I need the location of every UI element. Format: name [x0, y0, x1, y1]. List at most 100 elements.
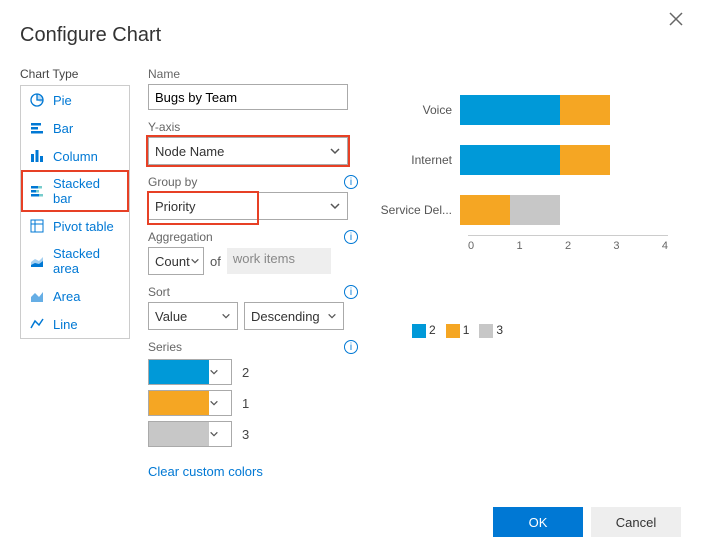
series-row: 3	[148, 421, 358, 447]
chevron-down-icon	[221, 311, 231, 321]
chart-type-pivot-table[interactable]: Pivot table	[21, 212, 129, 240]
ok-button[interactable]: OK	[493, 507, 583, 537]
chart-type-line[interactable]: Line	[21, 310, 129, 338]
legend-item: 3	[479, 323, 503, 338]
chart-type-label: Column	[53, 149, 98, 164]
info-icon[interactable]: i	[344, 230, 358, 244]
chart-type-label: Bar	[53, 121, 73, 136]
x-tick: 2	[565, 240, 571, 252]
chart-category-label: Service Del...	[380, 203, 460, 217]
legend-item: 2	[412, 323, 436, 338]
chart-type-column[interactable]: Column	[21, 142, 129, 170]
chart-type-label: Line	[53, 317, 78, 332]
pivot-icon	[29, 218, 45, 234]
chart-type-label: Chart Type	[20, 67, 130, 81]
close-icon[interactable]	[669, 12, 683, 26]
bar-segment	[460, 195, 510, 225]
clear-colors-link[interactable]: Clear custom colors	[148, 464, 263, 479]
x-tick: 1	[516, 240, 522, 252]
chart-type-bar[interactable]: Bar	[21, 114, 129, 142]
yaxis-value: Node Name	[155, 144, 224, 159]
chart-bar-row: Service Del...	[380, 185, 670, 235]
series-label: Series	[148, 340, 182, 354]
chart-type-label: Pivot table	[53, 219, 114, 234]
sort-label: Sort	[148, 285, 170, 299]
sort-by-select[interactable]: Value	[148, 302, 238, 330]
color-swatch	[149, 360, 209, 384]
chart-type-stacked-area[interactable]: Stacked area	[21, 240, 129, 282]
chevron-down-icon	[209, 367, 231, 377]
series-row: 1	[148, 390, 358, 416]
group-by-select[interactable]: Priority	[148, 192, 348, 220]
x-tick: 4	[662, 240, 668, 252]
bar-segment	[510, 195, 560, 225]
series-name: 2	[242, 365, 249, 380]
aggregation-item: work items	[227, 248, 331, 274]
info-icon[interactable]: i	[344, 175, 358, 189]
series-row: 2	[148, 359, 358, 385]
sort-dir-select[interactable]: Descending	[244, 302, 344, 330]
legend-swatch	[412, 324, 426, 338]
chart-type-stacked-bar[interactable]: Stacked bar	[21, 170, 129, 212]
chart-type-area[interactable]: Area	[21, 282, 129, 310]
column-icon	[29, 148, 45, 164]
name-label: Name	[148, 67, 180, 81]
chevron-down-icon	[209, 398, 231, 408]
chevron-down-icon	[329, 145, 341, 157]
chart-preview: Voice Internet Service Del... 0 1 2 3 4	[380, 85, 670, 305]
stacked-bar-icon	[29, 183, 45, 199]
legend-item: 1	[446, 323, 470, 338]
bar-segment	[460, 95, 560, 125]
chart-type-label: Area	[53, 289, 80, 304]
chart-type-pie[interactable]: Pie	[21, 86, 129, 114]
group-by-value: Priority	[155, 199, 195, 214]
bar-segment	[460, 145, 560, 175]
series-color-select[interactable]	[148, 390, 232, 416]
aggregation-select[interactable]: Count	[148, 247, 204, 275]
chart-category-label: Internet	[380, 153, 460, 167]
bar-icon	[29, 120, 45, 136]
series-name: 1	[242, 396, 249, 411]
cancel-button[interactable]: Cancel	[591, 507, 681, 537]
dialog-title: Configure Chart	[20, 24, 681, 47]
aggregation-label: Aggregation	[148, 230, 213, 244]
series-color-select[interactable]	[148, 359, 232, 385]
aggregation-of-label: of	[210, 254, 221, 269]
legend-swatch	[446, 324, 460, 338]
bar-segment	[560, 145, 610, 175]
bar-segment	[560, 95, 610, 125]
stacked-area-icon	[29, 253, 45, 269]
chart-type-list: Pie Bar Column Stacked bar Pivot table Stacke…	[20, 85, 130, 339]
aggregation-value: Count	[155, 254, 190, 269]
chevron-down-icon	[327, 311, 337, 321]
chart-bar-row: Voice	[380, 85, 670, 135]
info-icon[interactable]: i	[344, 340, 358, 354]
chart-bar-row: Internet	[380, 135, 670, 185]
chart-legend: 213	[412, 323, 681, 338]
sort-dir-value: Descending	[251, 309, 320, 324]
chart-category-label: Voice	[380, 103, 460, 117]
info-icon[interactable]: i	[344, 285, 358, 299]
name-input[interactable]	[148, 84, 348, 110]
area-icon	[29, 288, 45, 304]
legend-swatch	[479, 324, 493, 338]
color-swatch	[149, 391, 209, 415]
chevron-down-icon	[329, 200, 341, 212]
x-tick: 0	[468, 240, 474, 252]
chart-x-axis: 0 1 2 3 4	[468, 235, 668, 252]
yaxis-select[interactable]: Node Name	[148, 137, 348, 165]
series-name: 3	[242, 427, 249, 442]
group-by-label: Group by	[148, 175, 197, 189]
color-swatch	[149, 422, 209, 446]
chart-type-label: Stacked area	[53, 246, 121, 276]
chart-type-label: Pie	[53, 93, 72, 108]
chevron-down-icon	[190, 256, 200, 266]
x-tick: 3	[613, 240, 619, 252]
pie-icon	[29, 92, 45, 108]
chevron-down-icon	[209, 429, 231, 439]
yaxis-label: Y-axis	[148, 120, 180, 134]
line-icon	[29, 316, 45, 332]
series-color-select[interactable]	[148, 421, 232, 447]
chart-type-label: Stacked bar	[53, 176, 121, 206]
sort-by-value: Value	[155, 309, 187, 324]
